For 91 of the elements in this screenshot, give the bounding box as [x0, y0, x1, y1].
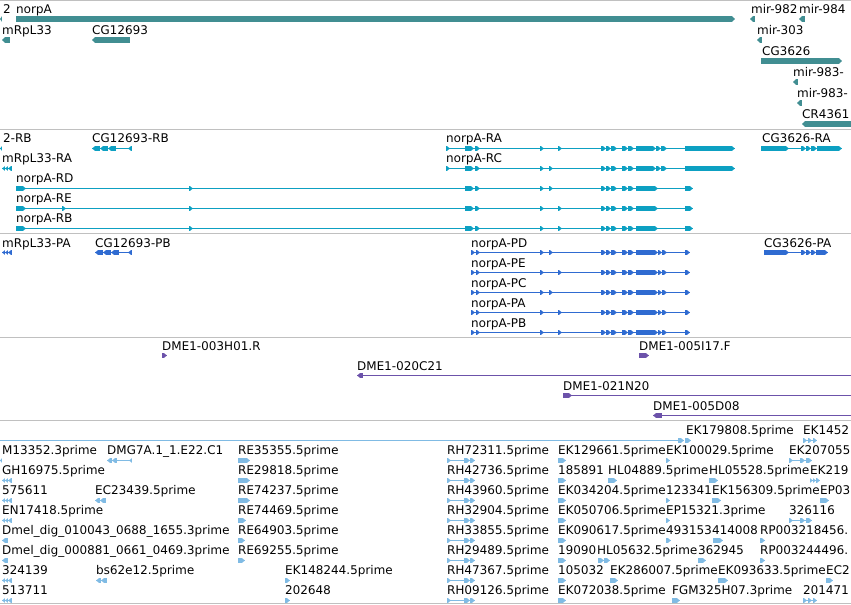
- est-label: EK034204.5prime: [558, 483, 666, 497]
- est-label: EK207055: [789, 443, 850, 457]
- gene-label: norpA: [16, 2, 52, 16]
- gene-label: mir-982: [751, 2, 798, 16]
- est-label: EP03: [820, 483, 850, 497]
- est-label: GH16975.5prime: [2, 463, 105, 477]
- est-label: EK050706.5prime: [558, 503, 666, 517]
- est-label: EC23439.5prime: [95, 483, 196, 497]
- est-label: 185891: [558, 463, 604, 477]
- est-label: EK286007.5prime: [610, 563, 718, 577]
- est-label: DMG7A.1_1.E22.C1: [107, 443, 224, 457]
- est-label: RH43960.5prime: [447, 483, 549, 497]
- est-label: EK093633.5prime: [718, 563, 826, 577]
- gene-label: CG3626: [762, 44, 810, 58]
- transcript-label: norpA-RD: [16, 171, 74, 185]
- transcript-label: CG3626-RA: [762, 131, 831, 145]
- protein-label: norpA-PD: [471, 236, 528, 250]
- transcript-label: norpA-RA: [446, 131, 502, 145]
- est-label: HL05632.5prime: [597, 543, 698, 557]
- est-label: EK072038.5prime: [558, 583, 666, 597]
- est-label: Dmel_dig_000881_0661_0469.3prime: [2, 543, 230, 557]
- est-label: EP15321.3prime: [666, 503, 766, 517]
- protein-label: norpA-PB: [471, 316, 526, 330]
- est-label: RH09126.5prime: [447, 583, 549, 597]
- est-label: M13352.3prime: [2, 443, 97, 457]
- est-label: RP003244496.: [760, 543, 848, 557]
- est-label: 362945: [698, 543, 744, 557]
- est-label: RH72311.5prime: [447, 443, 549, 457]
- est-label: EK1452: [803, 423, 849, 437]
- est-label: 324139: [2, 563, 48, 577]
- clone-label: DME1-005D08: [653, 399, 740, 413]
- est-label: 414008: [712, 523, 758, 537]
- clone-label: DME1-021N20: [563, 379, 650, 393]
- gene-label: mir-984: [799, 2, 846, 16]
- est-label: RE29818.5prime: [238, 463, 338, 477]
- est-label: RE35355.5prime: [238, 443, 338, 457]
- transcript-label: 2-RB: [3, 131, 32, 145]
- est-label: EK148244.5prime: [285, 563, 393, 577]
- protein-label: mRpL33-PA: [2, 236, 71, 250]
- protein-label: CG3626-PA: [764, 236, 832, 250]
- gene-label: 2: [3, 2, 11, 16]
- clone-label: DME1-020C21: [357, 359, 443, 373]
- est-label: FGM325H07.3prime: [672, 583, 792, 597]
- est-label: RH29489.5prime: [447, 543, 549, 557]
- est-label: HL04889.5prime: [608, 463, 708, 477]
- est-label: EC2: [826, 563, 850, 577]
- est-label: 575611: [2, 483, 48, 497]
- gene-label: mir-303: [757, 23, 804, 37]
- protein-label: norpA-PE: [471, 256, 526, 270]
- protein-label: norpA-PC: [471, 276, 526, 290]
- est-label: EK129661.5prime: [558, 443, 666, 457]
- gene-label: mRpL33: [2, 23, 52, 37]
- clone-label: DME1-005I17.F: [639, 339, 731, 353]
- est-label: EK100029.5prime: [666, 443, 774, 457]
- est-label: EK179808.5prime: [686, 423, 794, 437]
- transcript-label: mRpL33-RA: [2, 151, 72, 165]
- est-label: 201471: [803, 583, 849, 597]
- est-label: bs62e12.5prime: [96, 563, 194, 577]
- est-label: RP003218456.: [760, 523, 848, 537]
- est-label: EK156309.5prime: [712, 483, 820, 497]
- est-label: Dmel_dig_010043_0688_1655.3prime: [2, 523, 230, 537]
- est-label: RE64903.5prime: [238, 523, 338, 537]
- est-label: 493153: [666, 523, 712, 537]
- est-label: 326116: [789, 503, 835, 517]
- est-label: 202648: [285, 583, 331, 597]
- est-label: RH33855.5prime: [447, 523, 549, 537]
- est-label: EK219: [810, 463, 848, 477]
- transcript-label: norpA-RB: [16, 211, 72, 225]
- clone-label: DME1-003H01.R: [162, 339, 260, 353]
- gene-label: mir-983-: [793, 65, 844, 79]
- est-label: RH42736.5prime: [447, 463, 549, 477]
- gene-label: CR4361: [802, 107, 850, 121]
- est-label: RE74237.5prime: [238, 483, 338, 497]
- est-label: RE74469.5prime: [238, 503, 338, 517]
- protein-label: norpA-PA: [471, 296, 526, 310]
- est-label: RH32904.5prime: [447, 503, 549, 517]
- est-label: 19090: [558, 543, 596, 557]
- est-label: 105032: [558, 563, 604, 577]
- est-label: 123341: [666, 483, 712, 497]
- gene-label: CG12693: [92, 23, 148, 37]
- est-label: RH47367.5prime: [447, 563, 549, 577]
- gene-label: mir-983-: [797, 86, 848, 100]
- transcript-label: norpA-RC: [446, 151, 502, 165]
- est-label: HL05528.5prime: [709, 463, 810, 477]
- est-label: RE69255.5prime: [238, 543, 338, 557]
- protein-label: CG12693-PB: [95, 236, 171, 250]
- est-label: 513711: [2, 583, 48, 597]
- est-label: EN17418.5prime: [2, 503, 104, 517]
- transcript-label: CG12693-RB: [92, 131, 169, 145]
- est-label: EK090617.5prime: [558, 523, 666, 537]
- transcript-label: norpA-RE: [16, 191, 72, 205]
